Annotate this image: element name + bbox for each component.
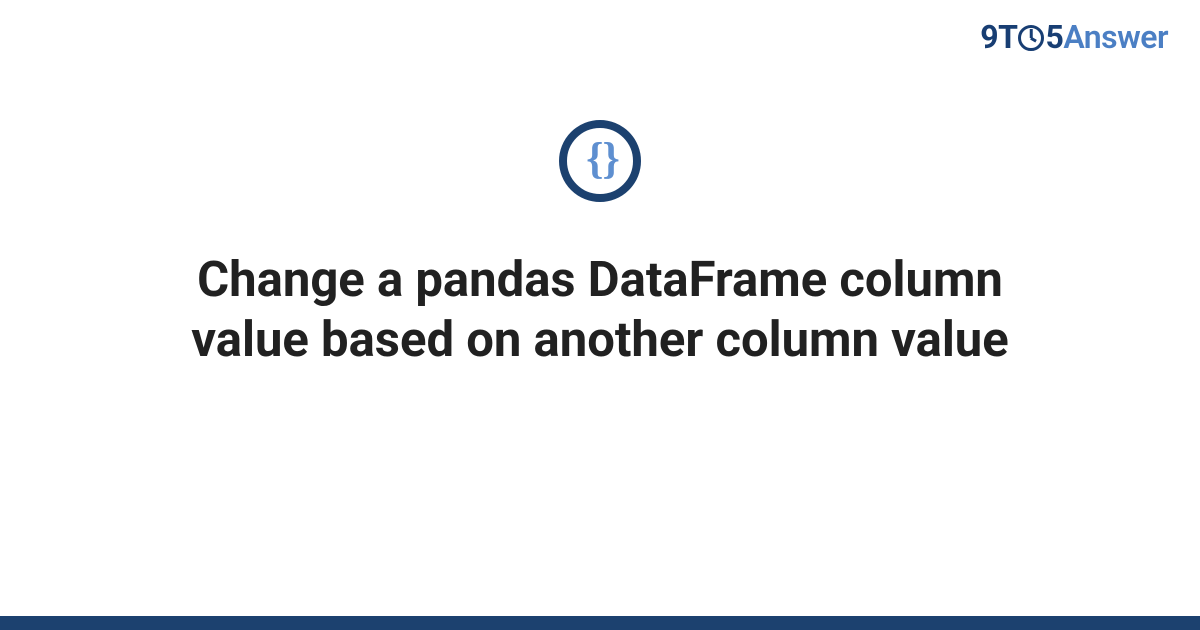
- page-title: Change a pandas DataFrame column value b…: [140, 250, 1060, 370]
- logo-part-answer: Answer: [1063, 18, 1168, 56]
- page-root: 9T5Answer { } Change a pandas DataFrame …: [0, 0, 1200, 630]
- site-logo[interactable]: 9T5Answer: [980, 18, 1168, 56]
- logo-part-9: 9: [980, 18, 998, 56]
- category-badge: { }: [559, 120, 641, 202]
- clock-icon: [1018, 25, 1044, 51]
- braces-icon: { }: [586, 137, 614, 181]
- footer-accent-bar: [0, 616, 1200, 630]
- main-content: { } Change a pandas DataFrame column val…: [0, 120, 1200, 370]
- logo-part-5: 5: [1045, 18, 1063, 56]
- logo-part-t: T: [998, 18, 1017, 56]
